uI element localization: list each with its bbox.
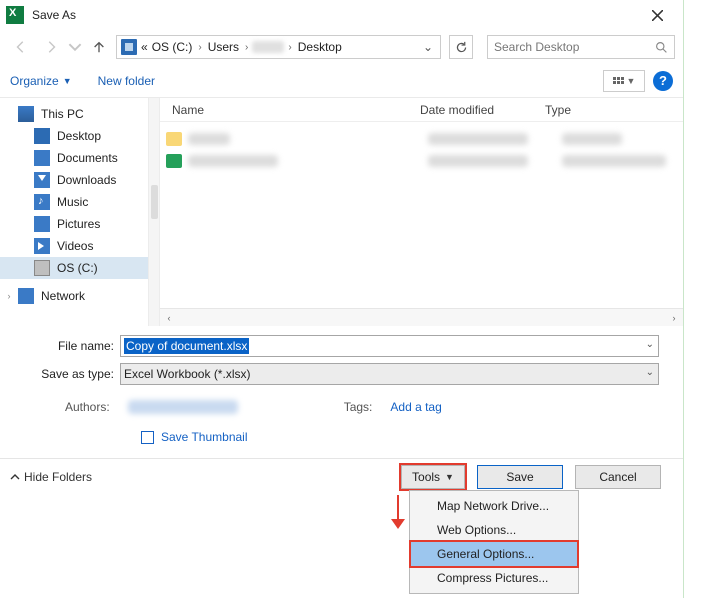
disk-icon: [34, 260, 50, 276]
search-input[interactable]: Search Desktop: [487, 35, 675, 59]
cancel-button[interactable]: Cancel: [575, 465, 661, 489]
arrow-right-icon: [44, 40, 58, 54]
menu-general-options[interactable]: General Options...: [411, 542, 577, 566]
list-item[interactable]: [166, 150, 683, 172]
tags-label: Tags:: [344, 400, 373, 414]
dialog-title: Save As: [32, 8, 76, 22]
scroll-right-button[interactable]: ›: [666, 310, 682, 326]
music-icon: ♪: [34, 194, 50, 210]
new-folder-button[interactable]: New folder: [98, 74, 155, 88]
breadcrumb-seg-redacted[interactable]: [252, 41, 284, 53]
chevron-right-icon: ›: [194, 42, 205, 53]
grid-icon: [613, 77, 624, 84]
filename-label: File name:: [0, 339, 120, 353]
nav-up-button[interactable]: [86, 34, 112, 60]
search-placeholder: Search Desktop: [494, 40, 579, 54]
desktop-icon: [34, 128, 50, 144]
column-type[interactable]: Type: [545, 103, 683, 117]
menu-web-options[interactable]: Web Options...: [411, 518, 577, 542]
save-thumbnail-label[interactable]: Save Thumbnail: [161, 430, 248, 444]
network-icon: [18, 288, 34, 304]
close-button[interactable]: [637, 0, 677, 30]
pictures-icon: [34, 216, 50, 232]
save-thumbnail-checkbox[interactable]: [141, 431, 154, 444]
excel-file-icon: [166, 154, 182, 168]
refresh-button[interactable]: [449, 35, 473, 59]
nav-back-button[interactable]: [8, 34, 34, 60]
tags-input[interactable]: Add a tag: [390, 400, 441, 414]
downloads-icon: [34, 172, 50, 188]
savetype-select[interactable]: Excel Workbook (*.xlsx) ⌄: [120, 363, 659, 385]
scroll-left-button[interactable]: ‹: [161, 310, 177, 326]
folder-tree[interactable]: This PC Desktop Documents Downloads ♪Mus…: [0, 98, 148, 326]
annotation-arrow: [391, 495, 405, 531]
tree-videos[interactable]: Videos: [0, 235, 148, 257]
tools-menu: Map Network Drive... Web Options... Gene…: [409, 490, 579, 594]
filename-input[interactable]: Copy of document.xlsx ⌄: [120, 335, 659, 357]
hide-folders-toggle[interactable]: Hide Folders: [10, 470, 92, 484]
chevron-right-icon: ›: [284, 42, 295, 53]
column-name[interactable]: Name: [172, 103, 420, 117]
chevron-right-icon: ›: [241, 42, 252, 53]
menu-compress-pictures[interactable]: Compress Pictures...: [411, 566, 577, 590]
caret-down-icon: ▼: [63, 76, 72, 86]
close-icon: [652, 10, 663, 21]
authors-value-redacted[interactable]: [128, 400, 238, 414]
tree-pictures[interactable]: Pictures: [0, 213, 148, 235]
tree-splitter[interactable]: [148, 98, 160, 326]
chevron-up-icon: [10, 472, 20, 482]
menu-map-network-drive[interactable]: Map Network Drive...: [411, 494, 577, 518]
tree-music[interactable]: ♪Music: [0, 191, 148, 213]
organize-menu[interactable]: Organize▼: [10, 74, 72, 88]
column-date[interactable]: Date modified: [420, 103, 545, 117]
tools-button[interactable]: Tools ▼: [401, 465, 465, 489]
breadcrumb-seg[interactable]: OS (C:): [150, 40, 195, 54]
view-mode-button[interactable]: ▼: [603, 70, 645, 92]
breadcrumb-seg[interactable]: Desktop: [296, 40, 344, 54]
filename-value: Copy of document.xlsx: [124, 338, 249, 354]
list-item[interactable]: [166, 128, 683, 150]
caret-down-icon: ▼: [445, 472, 454, 482]
chevron-down-icon[interactable]: ⌄: [646, 339, 654, 350]
chevron-down-icon[interactable]: ⌄: [646, 367, 654, 378]
breadcrumb-dropdown[interactable]: ⌄: [418, 40, 438, 54]
file-list[interactable]: [160, 122, 683, 308]
tree-network[interactable]: ›Network: [0, 285, 148, 307]
savetype-value: Excel Workbook (*.xlsx): [124, 367, 250, 381]
breadcrumb[interactable]: « OS (C:) › Users › › Desktop ⌄: [116, 35, 441, 59]
tree-os-drive[interactable]: OS (C:): [0, 257, 148, 279]
pc-icon: [18, 106, 34, 122]
drive-icon: [121, 39, 137, 55]
refresh-icon: [455, 41, 468, 54]
save-button[interactable]: Save: [477, 465, 563, 489]
breadcrumb-seg: «: [139, 40, 150, 54]
breadcrumb-seg[interactable]: Users: [206, 40, 241, 54]
tree-downloads[interactable]: Downloads: [0, 169, 148, 191]
caret-down-icon: ▼: [627, 76, 636, 86]
folder-icon: [166, 132, 182, 146]
tree-documents[interactable]: Documents: [0, 147, 148, 169]
excel-icon: [6, 6, 24, 24]
horizontal-scrollbar[interactable]: ‹ ›: [160, 308, 683, 326]
chevron-down-icon: [68, 40, 82, 54]
nav-forward-button[interactable]: [38, 34, 64, 60]
chevron-right-icon: ›: [4, 291, 14, 301]
tree-desktop[interactable]: Desktop: [0, 125, 148, 147]
authors-label: Authors:: [65, 400, 110, 414]
documents-icon: [34, 150, 50, 166]
tree-this-pc[interactable]: This PC: [0, 103, 148, 125]
search-icon: [655, 41, 668, 54]
arrow-left-icon: [14, 40, 28, 54]
nav-history-button[interactable]: [68, 34, 82, 60]
videos-icon: [34, 238, 50, 254]
savetype-label: Save as type:: [0, 367, 120, 381]
help-button[interactable]: ?: [653, 71, 673, 91]
arrow-up-icon: [92, 40, 106, 54]
